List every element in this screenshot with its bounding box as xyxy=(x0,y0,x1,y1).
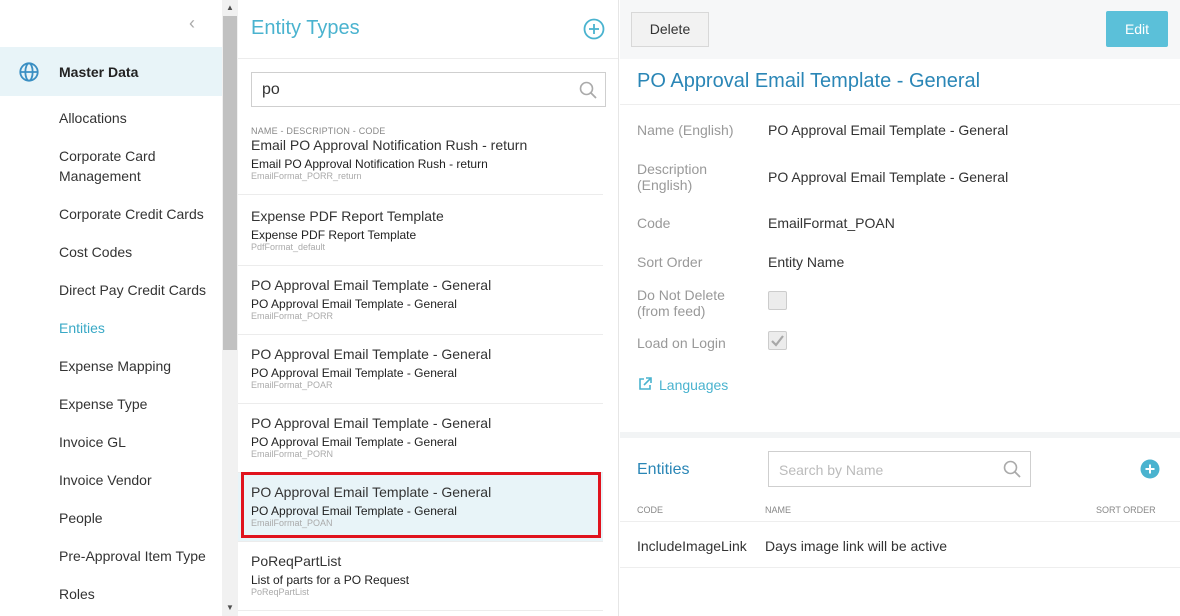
column-header-code[interactable]: CODE xyxy=(637,505,663,515)
item-code: PdfFormat_default xyxy=(251,242,326,252)
entity-types-panel: Entity Types NAME - DESCRIPTION - CODE E… xyxy=(238,0,855,616)
item-code: EmailFormat_POAN xyxy=(251,518,333,528)
sidebar-section-master-data[interactable]: Master Data xyxy=(0,47,222,96)
search-box[interactable] xyxy=(251,72,606,107)
sidebar-item-direct-pay-credit-cards[interactable]: Direct Pay Credit Cards xyxy=(59,280,219,300)
globe-icon xyxy=(19,62,39,82)
add-entity-icon[interactable] xyxy=(1140,459,1160,479)
list-column-header: NAME - DESCRIPTION - CODE xyxy=(251,126,386,136)
languages-link-label: Languages xyxy=(659,377,729,393)
item-code: PoReqPartList xyxy=(251,587,310,597)
sidebar-item-allocations[interactable]: Allocations xyxy=(59,108,219,128)
description-label-line1: Description xyxy=(637,161,708,177)
divider xyxy=(620,104,1180,105)
item-name: PO Approval Email Template - General xyxy=(251,346,492,362)
sort-order-label: Sort Order xyxy=(637,254,703,270)
detail-title: PO Approval Email Template - General xyxy=(637,70,981,92)
entities-search-input[interactable] xyxy=(779,461,989,479)
column-header-name[interactable]: NAME xyxy=(765,505,791,515)
do-not-delete-label: Do Not Delete (from feed) xyxy=(637,287,757,319)
item-code: EmailFormat_POAR xyxy=(251,380,333,390)
collapse-sidebar-icon[interactable]: ‹ xyxy=(183,12,201,34)
item-name: PO Approval Email Template - General xyxy=(251,415,492,431)
entities-search-box[interactable] xyxy=(768,451,1031,487)
load-on-login-checkbox[interactable] xyxy=(768,331,787,350)
checkmark-icon xyxy=(771,335,784,347)
item-description: PO Approval Email Template - General xyxy=(251,435,457,449)
list-item[interactable]: PO Approval Email Template - General PO … xyxy=(238,266,603,335)
sidebar-item-cost-codes[interactable]: Cost Codes xyxy=(59,242,219,262)
scroll-up-arrow-icon[interactable]: ▲ xyxy=(222,0,238,16)
entities-title: Entities xyxy=(637,461,690,478)
edit-button[interactable]: Edit xyxy=(1106,11,1168,47)
list-item[interactable]: PO Approval Email Template - General PO … xyxy=(238,335,603,404)
list-item[interactable]: Expense PDF Report Template Expense PDF … xyxy=(238,197,603,266)
item-description: Expense PDF Report Template xyxy=(251,228,417,242)
sidebar-item-people[interactable]: People xyxy=(59,508,219,528)
description-value: PO Approval Email Template - General xyxy=(768,169,1009,185)
list-item[interactable]: PoReqPartList List of parts for a PO Req… xyxy=(238,542,603,611)
item-name: Expense PDF Report Template xyxy=(251,208,444,224)
sidebar-item-invoice-vendor[interactable]: Invoice Vendor xyxy=(59,470,219,490)
item-code: EmailFormat_PORR xyxy=(251,311,334,321)
sidebar-item-expense-mapping[interactable]: Expense Mapping xyxy=(59,356,219,376)
sidebar-item-roles[interactable]: Roles xyxy=(59,584,219,604)
detail-panel: Delete Edit PO Approval Email Template -… xyxy=(620,0,1180,616)
item-code: EmailFormat_PORN xyxy=(251,449,334,459)
load-on-login-label: Load on Login xyxy=(637,335,726,351)
languages-link[interactable]: Languages xyxy=(637,376,728,393)
item-name: PoReqPartList xyxy=(251,553,342,569)
toolbar: Delete Edit xyxy=(620,0,1180,59)
sidebar-item-pre-approval-item-type[interactable]: Pre-Approval Item Type xyxy=(59,546,219,566)
entity-type-list: Email PO Approval Notification Rush - re… xyxy=(238,140,603,616)
sidebar-section-title: Master Data xyxy=(59,64,139,80)
item-code: EmailFormat_PORR_return xyxy=(251,171,362,181)
external-link-icon xyxy=(639,377,652,390)
description-label-line2: (English) xyxy=(637,177,693,193)
search-input[interactable] xyxy=(262,80,562,100)
description-label: Description (English) xyxy=(637,161,757,193)
do-not-delete-checkbox[interactable] xyxy=(768,291,787,310)
item-description: List of parts for a PO Request xyxy=(251,573,410,587)
sort-order-value: Entity Name xyxy=(768,254,845,270)
name-label: Name (English) xyxy=(637,122,734,138)
divider xyxy=(238,58,618,59)
entity-row-code[interactable]: IncludeImageLink xyxy=(637,538,747,554)
divider xyxy=(620,521,1180,522)
item-name: PO Approval Email Template - General xyxy=(251,484,492,500)
divider xyxy=(620,567,1180,568)
entity-row-name[interactable]: Days image link will be active xyxy=(765,538,947,554)
sidebar-item-entities[interactable]: Entities xyxy=(59,318,219,338)
item-description: PO Approval Email Template - General xyxy=(251,297,457,311)
do-not-delete-label-line1: Do Not Delete xyxy=(637,287,725,303)
sidebar-scrollbar[interactable]: ▲ ▼ xyxy=(222,0,238,616)
sidebar-item-invoice-gl[interactable]: Invoice GL xyxy=(59,432,219,452)
scrollbar-thumb[interactable] xyxy=(223,16,237,350)
add-entity-type-icon[interactable] xyxy=(583,18,605,40)
delete-button[interactable]: Delete xyxy=(631,12,709,47)
sidebar: ‹ Master Data Allocations Corporate Card… xyxy=(0,0,222,616)
item-description: PO Approval Email Template - General xyxy=(251,504,457,518)
scroll-down-arrow-icon[interactable]: ▼ xyxy=(222,600,238,616)
sidebar-item-expense-type[interactable]: Expense Type xyxy=(59,394,219,414)
code-label: Code xyxy=(637,215,671,231)
section-divider xyxy=(620,432,1180,438)
do-not-delete-label-line2: (from feed) xyxy=(637,303,706,319)
item-description: PO Approval Email Template - General xyxy=(251,366,457,380)
panel-title: Entity Types xyxy=(251,17,360,39)
list-item[interactable]: Email PO Approval Notification Rush - re… xyxy=(238,140,603,195)
item-description: Email PO Approval Notification Rush - re… xyxy=(251,157,488,171)
sidebar-item-corporate-card-management[interactable]: Corporate Card Management xyxy=(59,146,219,186)
name-value: PO Approval Email Template - General xyxy=(768,122,1009,138)
search-icon[interactable] xyxy=(1003,460,1021,478)
item-name: PO Approval Email Template - General xyxy=(251,277,492,293)
item-name: Email PO Approval Notification Rush - re… xyxy=(251,140,528,153)
column-header-sort-order[interactable]: SORT ORDER xyxy=(1096,505,1156,515)
sidebar-item-corporate-credit-cards[interactable]: Corporate Credit Cards xyxy=(59,204,219,224)
list-item-selected[interactable]: PO Approval Email Template - General PO … xyxy=(238,473,603,542)
code-value: EmailFormat_POAN xyxy=(768,215,895,231)
search-icon[interactable] xyxy=(579,81,597,99)
list-item[interactable]: PO Approval Email Template - General PO … xyxy=(238,404,603,473)
